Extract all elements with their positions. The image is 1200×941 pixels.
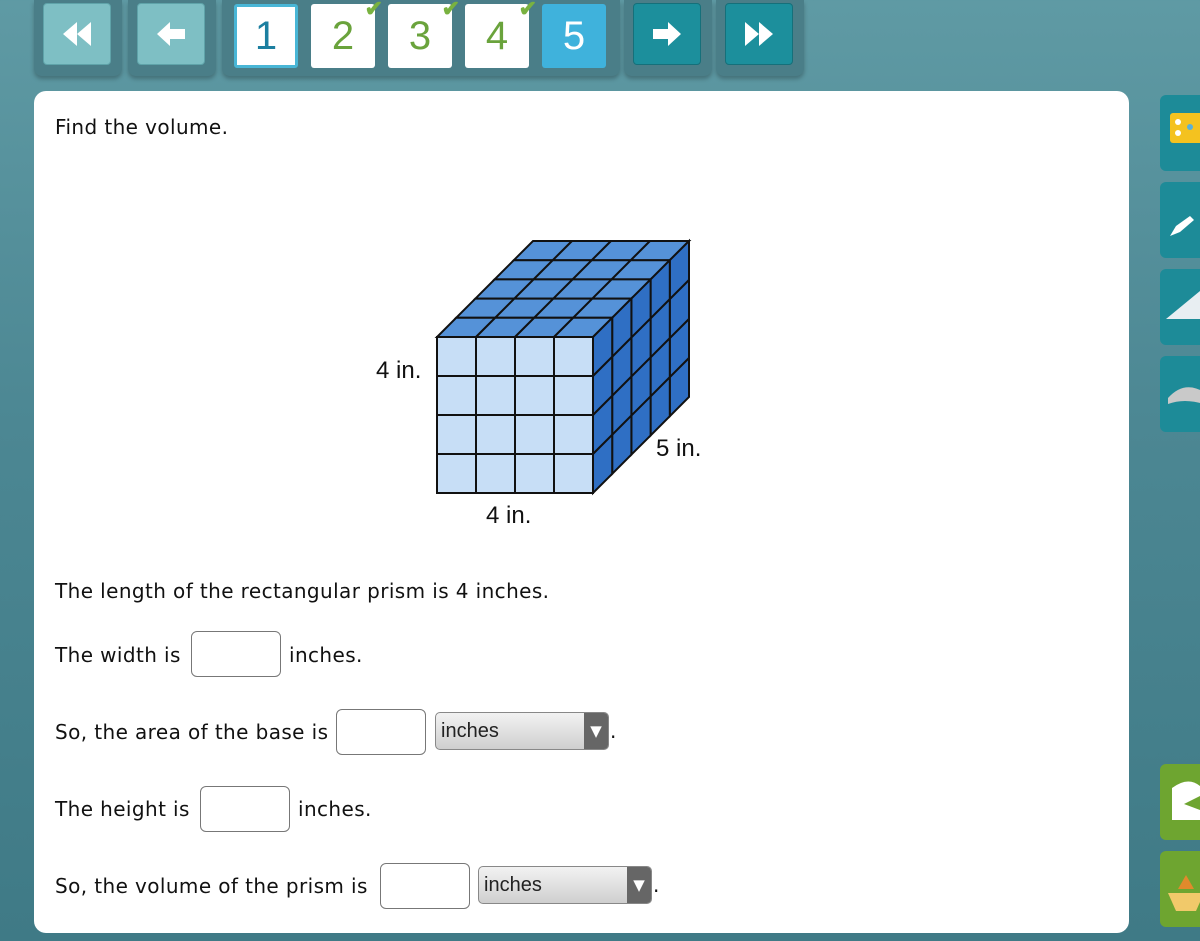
volume-unit-select[interactable]: inches ▼ [478,866,652,904]
double-chevron-left-icon [63,22,91,46]
prism-front-cube [436,453,477,494]
volume-unit-value: inches [484,874,542,896]
width-unit-text: inches. [289,643,363,667]
prism-front-cube [553,375,594,416]
question-5-label: 5 [562,13,586,58]
prism-front-cube [553,453,594,494]
calculator-icon [1170,113,1200,143]
volume-period: . [653,873,660,897]
area-unit-value: inches [441,720,499,742]
help-tool-button[interactable] [1160,764,1200,840]
hat-tool-button[interactable] [1160,356,1200,432]
check-icon: ✔ [518,0,537,21]
nav-next-group [624,0,712,76]
arrow-left-icon [157,22,185,46]
question-1-label: 1 [254,13,278,58]
prism-front-cube [514,414,555,455]
depth-dimension-label: 5 in. [656,435,702,462]
check-icon: ✔ [441,0,460,21]
pencil-icon [1170,216,1194,236]
prism-front-cube [475,453,516,494]
area-prompt: So, the area of the base is [55,720,329,744]
previous-question-button[interactable] [137,3,205,65]
area-answer-input[interactable] [336,709,426,755]
prism-front-cube [436,414,477,455]
width-prompt: The width is [55,643,181,667]
height-unit-text: inches. [298,797,372,821]
volume-answer-input[interactable] [380,863,470,909]
prism-front-cube [514,375,555,416]
question-4-button[interactable]: 4 ✔ [465,0,537,68]
prism-front-cube [553,414,594,455]
arrow-right-icon [653,22,681,46]
height-answer-input[interactable] [200,786,290,832]
nav-back-group [128,0,216,76]
question-2-button[interactable]: 2 ✔ [311,0,383,68]
volume-prompt: So, the volume of the prism is [55,874,368,898]
prism-front-cube [436,336,477,377]
chevron-down-icon: ▼ [584,713,608,749]
area-unit-select[interactable]: inches ▼ [435,712,609,750]
rectangular-prism-figure [434,238,692,496]
height-prompt: The height is [55,797,190,821]
prism-front-cube [514,453,555,494]
hat-icon [1168,387,1200,404]
help-icon [1172,781,1200,820]
double-chevron-right-icon [745,22,773,46]
chevron-down-icon: ▼ [627,867,651,903]
question-5-button[interactable]: 5 [542,4,606,68]
question-1-button[interactable]: 1 [234,4,298,68]
question-number-bar: 1 2 ✔ 3 ✔ 4 ✔ 5 [222,0,620,76]
prism-front-cube [436,375,477,416]
prism-front-cube [475,375,516,416]
glossary-icon [1166,291,1200,319]
width-answer-input[interactable] [191,631,281,677]
prism-front-cube [475,336,516,377]
nav-first-group [34,0,122,76]
prism-front-cube [514,336,555,377]
pencil-tool-button[interactable] [1160,182,1200,258]
last-question-button[interactable] [725,3,793,65]
length-statement: The length of the rectangular prism is 4… [55,579,550,603]
question-4-label: 4 [485,13,509,58]
question-card: Find the volume. 4 in. 5 in. 4 in. The l… [34,91,1129,933]
next-question-button[interactable] [633,3,701,65]
question-2-label: 2 [331,13,355,58]
glossary-tool-button[interactable] [1160,269,1200,345]
prism-front-cube [553,336,594,377]
toolbox-icon [1168,875,1200,911]
toolbox-tool-button[interactable] [1160,851,1200,927]
check-icon: ✔ [364,0,383,21]
length-dimension-label: 4 in. [486,502,532,529]
question-3-label: 3 [408,13,432,58]
area-period: . [610,719,617,743]
height-dimension-label: 4 in. [376,357,422,384]
question-3-button[interactable]: 3 ✔ [388,0,460,68]
calculator-tool-button[interactable] [1160,95,1200,171]
prism-front-cube [475,414,516,455]
first-question-button[interactable] [43,3,111,65]
nav-last-group [716,0,804,76]
